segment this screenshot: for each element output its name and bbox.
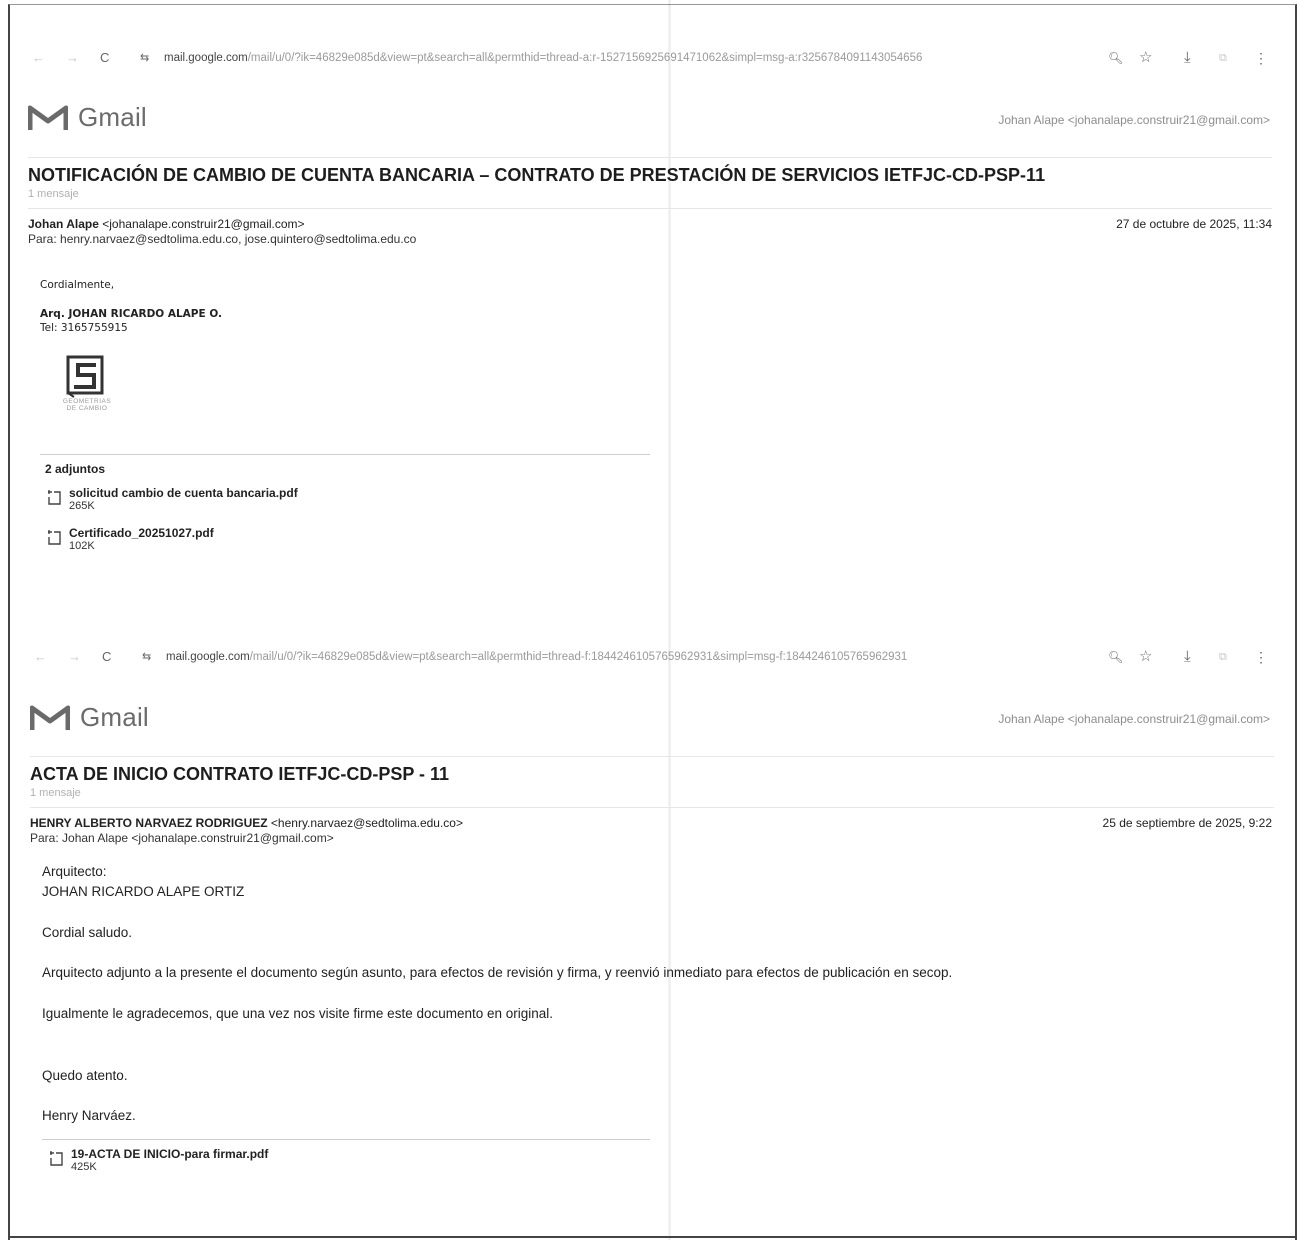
recipients: Para: henry.narvaez@sedtolima.edu.co, jo…	[28, 232, 417, 246]
attachments-divider	[42, 1139, 650, 1140]
email-subject: NOTIFICACIÓN DE CAMBIO DE CUENTA BANCARI…	[28, 165, 1046, 185]
email-subject: ACTA DE INICIO CONTRATO IETFJC-CD-PSP - …	[30, 764, 450, 784]
account-label: Johan Alape <johanalape.construir21@gmai…	[998, 712, 1270, 726]
url-host: mail.google.com	[166, 651, 250, 663]
attachment-item[interactable]: 19-ACTA DE INICIO-para firmar.pdf 425K	[47, 1147, 268, 1173]
body-line: Arquitecto adjunto a la presente el docu…	[42, 965, 953, 980]
gmail-wordmark: Gmail	[78, 102, 147, 132]
menu-icon[interactable]: ⋮	[1254, 645, 1268, 669]
company-logo-caption: GEOMETRIAS DE CAMBIO	[62, 398, 112, 412]
zoom-icon[interactable]: 🔍︎	[1108, 46, 1123, 70]
menu-icon[interactable]: ⋮	[1254, 46, 1268, 70]
message-count: 1 mensaje	[30, 787, 81, 799]
divider	[30, 756, 1274, 757]
page-frame	[8, 4, 1297, 1240]
cast-icon[interactable]: ⧉	[1219, 645, 1227, 669]
pdf-file-icon	[50, 1151, 63, 1166]
attachment-name[interactable]: Certificado_20251027.pdf	[69, 526, 214, 540]
bookmark-star-icon[interactable]: ☆	[1139, 46, 1152, 70]
sender-name: HENRY ALBERTO NARVAEZ RODRIGUEZ	[30, 816, 268, 830]
attachment-size: 102K	[69, 540, 95, 552]
divider	[28, 208, 1272, 209]
url-host: mail.google.com	[164, 52, 248, 64]
signature-name: Arq. JOHAN RICARDO ALAPE O.	[40, 308, 223, 320]
forward-icon[interactable]: →	[68, 645, 81, 669]
company-logo-icon	[66, 355, 104, 398]
download-icon[interactable]: ⤓	[1184, 645, 1191, 669]
body-line: JOHAN RICARDO ALAPE ORTIZ	[42, 884, 245, 899]
sender: Johan Alape <johanalape.construir21@gmai…	[28, 217, 305, 231]
pdf-file-icon	[48, 490, 61, 505]
recipients: Para: Johan Alape <johanalape.construir2…	[30, 831, 334, 845]
download-icon[interactable]: ⤓	[1184, 46, 1191, 70]
gmail-logo: Gmail	[28, 102, 147, 133]
body-line: Igualmente le agradecemos, que una vez n…	[42, 1006, 554, 1021]
email-date: 27 de octubre de 2025, 11:34	[1116, 217, 1272, 231]
sender-email: <johanalape.construir21@gmail.com>	[102, 217, 305, 231]
body-line: Arquitecto:	[42, 864, 107, 879]
email-date: 25 de septiembre de 2025, 9:22	[1102, 816, 1272, 830]
back-icon[interactable]: ←	[32, 46, 45, 70]
scan-fold	[668, 0, 671, 1240]
message-count: 1 mensaje	[28, 188, 79, 200]
gmail-logo: Gmail	[30, 702, 149, 733]
divider	[28, 157, 1272, 158]
zoom-icon[interactable]: 🔍︎	[1108, 645, 1123, 669]
back-icon[interactable]: ←	[34, 645, 47, 669]
closing-text: Cordialmente,	[40, 279, 115, 291]
site-settings-icon[interactable]: ⇆	[140, 46, 149, 70]
attachment-item[interactable]: solicitud cambio de cuenta bancaria.pdf …	[45, 486, 298, 512]
attachment-size: 265K	[69, 500, 95, 512]
gmail-m-icon	[30, 705, 70, 730]
url-path: /mail/u/0/?ik=46829e085d&view=pt&search=…	[247, 52, 923, 64]
attachment-size: 425K	[71, 1161, 97, 1173]
attachments-divider	[40, 454, 650, 455]
body-line: Quedo atento.	[42, 1068, 128, 1083]
bookmark-star-icon[interactable]: ☆	[1139, 645, 1152, 669]
sender-email: <henry.narvaez@sedtolima.edu.co>	[270, 816, 463, 830]
pdf-file-icon	[48, 530, 61, 545]
attachments-count: 2 adjuntos	[45, 462, 106, 476]
body-line: Henry Narváez.	[42, 1108, 136, 1123]
gmail-m-icon	[28, 105, 68, 130]
cast-icon[interactable]: ⧉	[1219, 46, 1227, 70]
account-label: Johan Alape <johanalape.construir21@gmai…	[998, 113, 1270, 127]
browser-toolbar: ← → C ⇆ mail.google.com/mail/u/0/?ik=468…	[0, 645, 1300, 669]
address-bar[interactable]: mail.google.com/mail/u/0/?ik=46829e085d&…	[164, 46, 922, 70]
divider	[30, 807, 1274, 808]
site-settings-icon[interactable]: ⇆	[142, 645, 151, 669]
sender: HENRY ALBERTO NARVAEZ RODRIGUEZ <henry.n…	[30, 816, 463, 830]
sender-name: Johan Alape	[28, 217, 99, 231]
reload-icon[interactable]: C	[102, 645, 111, 669]
body-line: Cordial saludo.	[42, 925, 133, 940]
gmail-wordmark: Gmail	[80, 702, 149, 732]
browser-toolbar: ← → C ⇆ mail.google.com/mail/u/0/?ik=468…	[0, 46, 1300, 70]
attachment-name[interactable]: solicitud cambio de cuenta bancaria.pdf	[69, 486, 298, 500]
attachment-name[interactable]: 19-ACTA DE INICIO-para firmar.pdf	[71, 1147, 268, 1161]
forward-icon[interactable]: →	[66, 46, 79, 70]
address-bar[interactable]: mail.google.com/mail/u/0/?ik=46829e085d&…	[166, 645, 907, 669]
attachment-item[interactable]: Certificado_20251027.pdf 102K	[45, 526, 214, 552]
signature-phone: Tel: 3165755915	[40, 322, 128, 334]
reload-icon[interactable]: C	[100, 46, 109, 70]
url-path: /mail/u/0/?ik=46829e085d&view=pt&search=…	[249, 651, 908, 663]
page-bottom-border	[8, 1236, 1297, 1238]
